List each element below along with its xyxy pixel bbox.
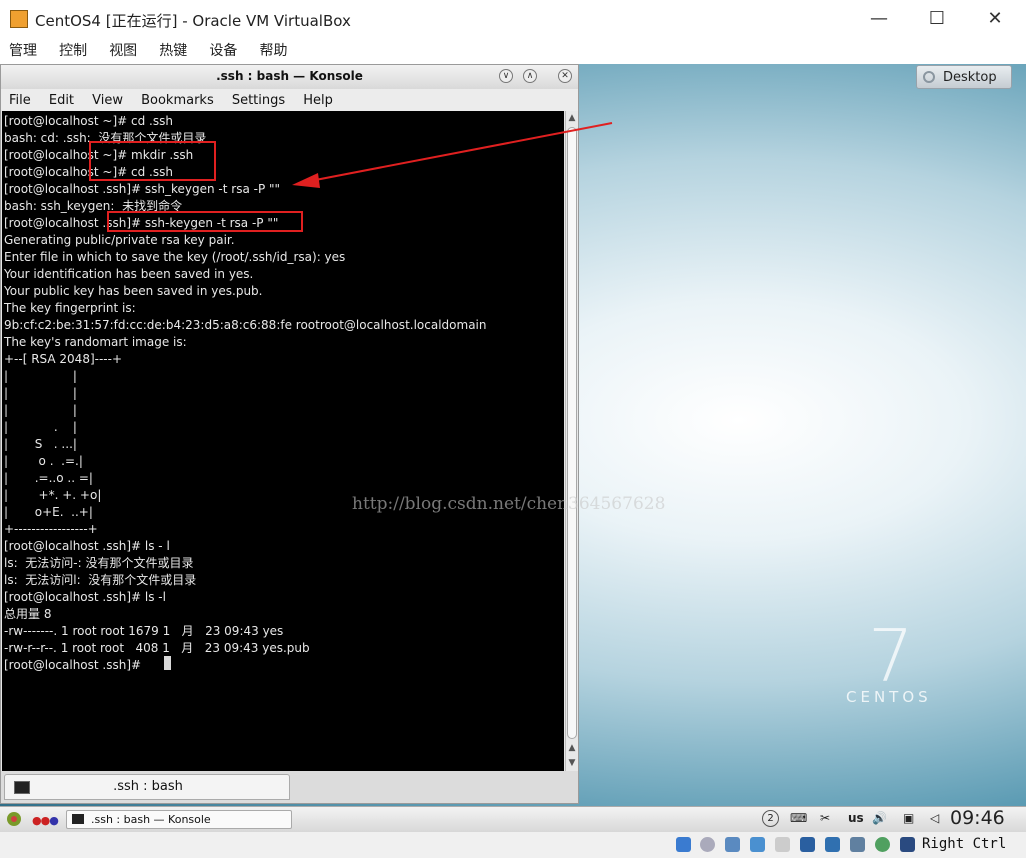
keyboard-layout-label[interactable]: us <box>848 811 864 825</box>
cpu-icon[interactable] <box>875 837 890 852</box>
guest-taskbar: ●●● .ssh : bash — Konsole 2 ⌨ ✂ us 🔊 ▣ ◁… <box>0 806 1026 832</box>
audio-icon[interactable] <box>725 837 740 852</box>
network-adapter-icon[interactable] <box>750 837 765 852</box>
tray-arrow-icon[interactable]: ◁ <box>930 811 939 825</box>
scissors-icon[interactable]: ✂ <box>820 811 830 825</box>
host-window-title: CentOS4 [正在运行] - Oracle VM VirtualBox <box>35 12 351 30</box>
maximize-button[interactable]: ☐ <box>908 0 966 38</box>
usb-icon[interactable] <box>775 837 790 852</box>
host-title-bar: CentOS4 [正在运行] - Oracle VM VirtualBox — … <box>0 0 1026 38</box>
taskbar-task-label: .ssh : bash — Konsole <box>91 813 211 826</box>
watermark-text: http://blog.csdn.net/chen364567628 <box>352 494 666 514</box>
menu-hotkey[interactable]: 热键 <box>159 38 187 64</box>
volume-icon[interactable]: 🔊 <box>872 811 887 825</box>
guest-screen: Desktop 7 CENTOS .ssh : bash — Konsole ∨… <box>0 64 1026 806</box>
menu-help[interactable]: 帮助 <box>259 38 287 64</box>
menu-manage[interactable]: 管理 <box>9 38 37 64</box>
shared-folder-icon[interactable] <box>800 837 815 852</box>
host-status-bar: Right Ctrl <box>0 832 1026 858</box>
harddisk-icon[interactable] <box>676 837 691 852</box>
optical-drive-icon[interactable] <box>700 837 715 852</box>
network-icon[interactable]: ⌨ <box>790 811 807 825</box>
mouse-integration-icon[interactable] <box>900 837 915 852</box>
host-menu-bar: 管理 控制 视图 热键 设备 帮助 <box>0 38 1026 64</box>
menu-control[interactable]: 控制 <box>59 38 87 64</box>
minimize-button[interactable]: — <box>850 0 908 38</box>
clock[interactable]: 09:46 <box>950 807 1005 829</box>
kde-start-icon[interactable] <box>6 811 22 827</box>
taskbar-task-konsole[interactable]: .ssh : bash — Konsole <box>66 810 292 829</box>
menu-view[interactable]: 视图 <box>109 38 137 64</box>
close-button[interactable]: ✕ <box>966 0 1024 38</box>
terminal-small-icon <box>72 814 84 824</box>
pager-icon[interactable]: ●●● <box>32 814 59 827</box>
desktop-number-badge[interactable]: 2 <box>762 810 779 827</box>
video-capture-icon[interactable] <box>850 837 865 852</box>
display-icon[interactable] <box>825 837 840 852</box>
host-key-label: Right Ctrl <box>922 836 1007 852</box>
virtualbox-icon <box>10 10 28 28</box>
menu-devices[interactable]: 设备 <box>209 38 237 64</box>
annotation-arrow <box>292 122 613 188</box>
printer-icon[interactable]: ▣ <box>903 811 914 825</box>
